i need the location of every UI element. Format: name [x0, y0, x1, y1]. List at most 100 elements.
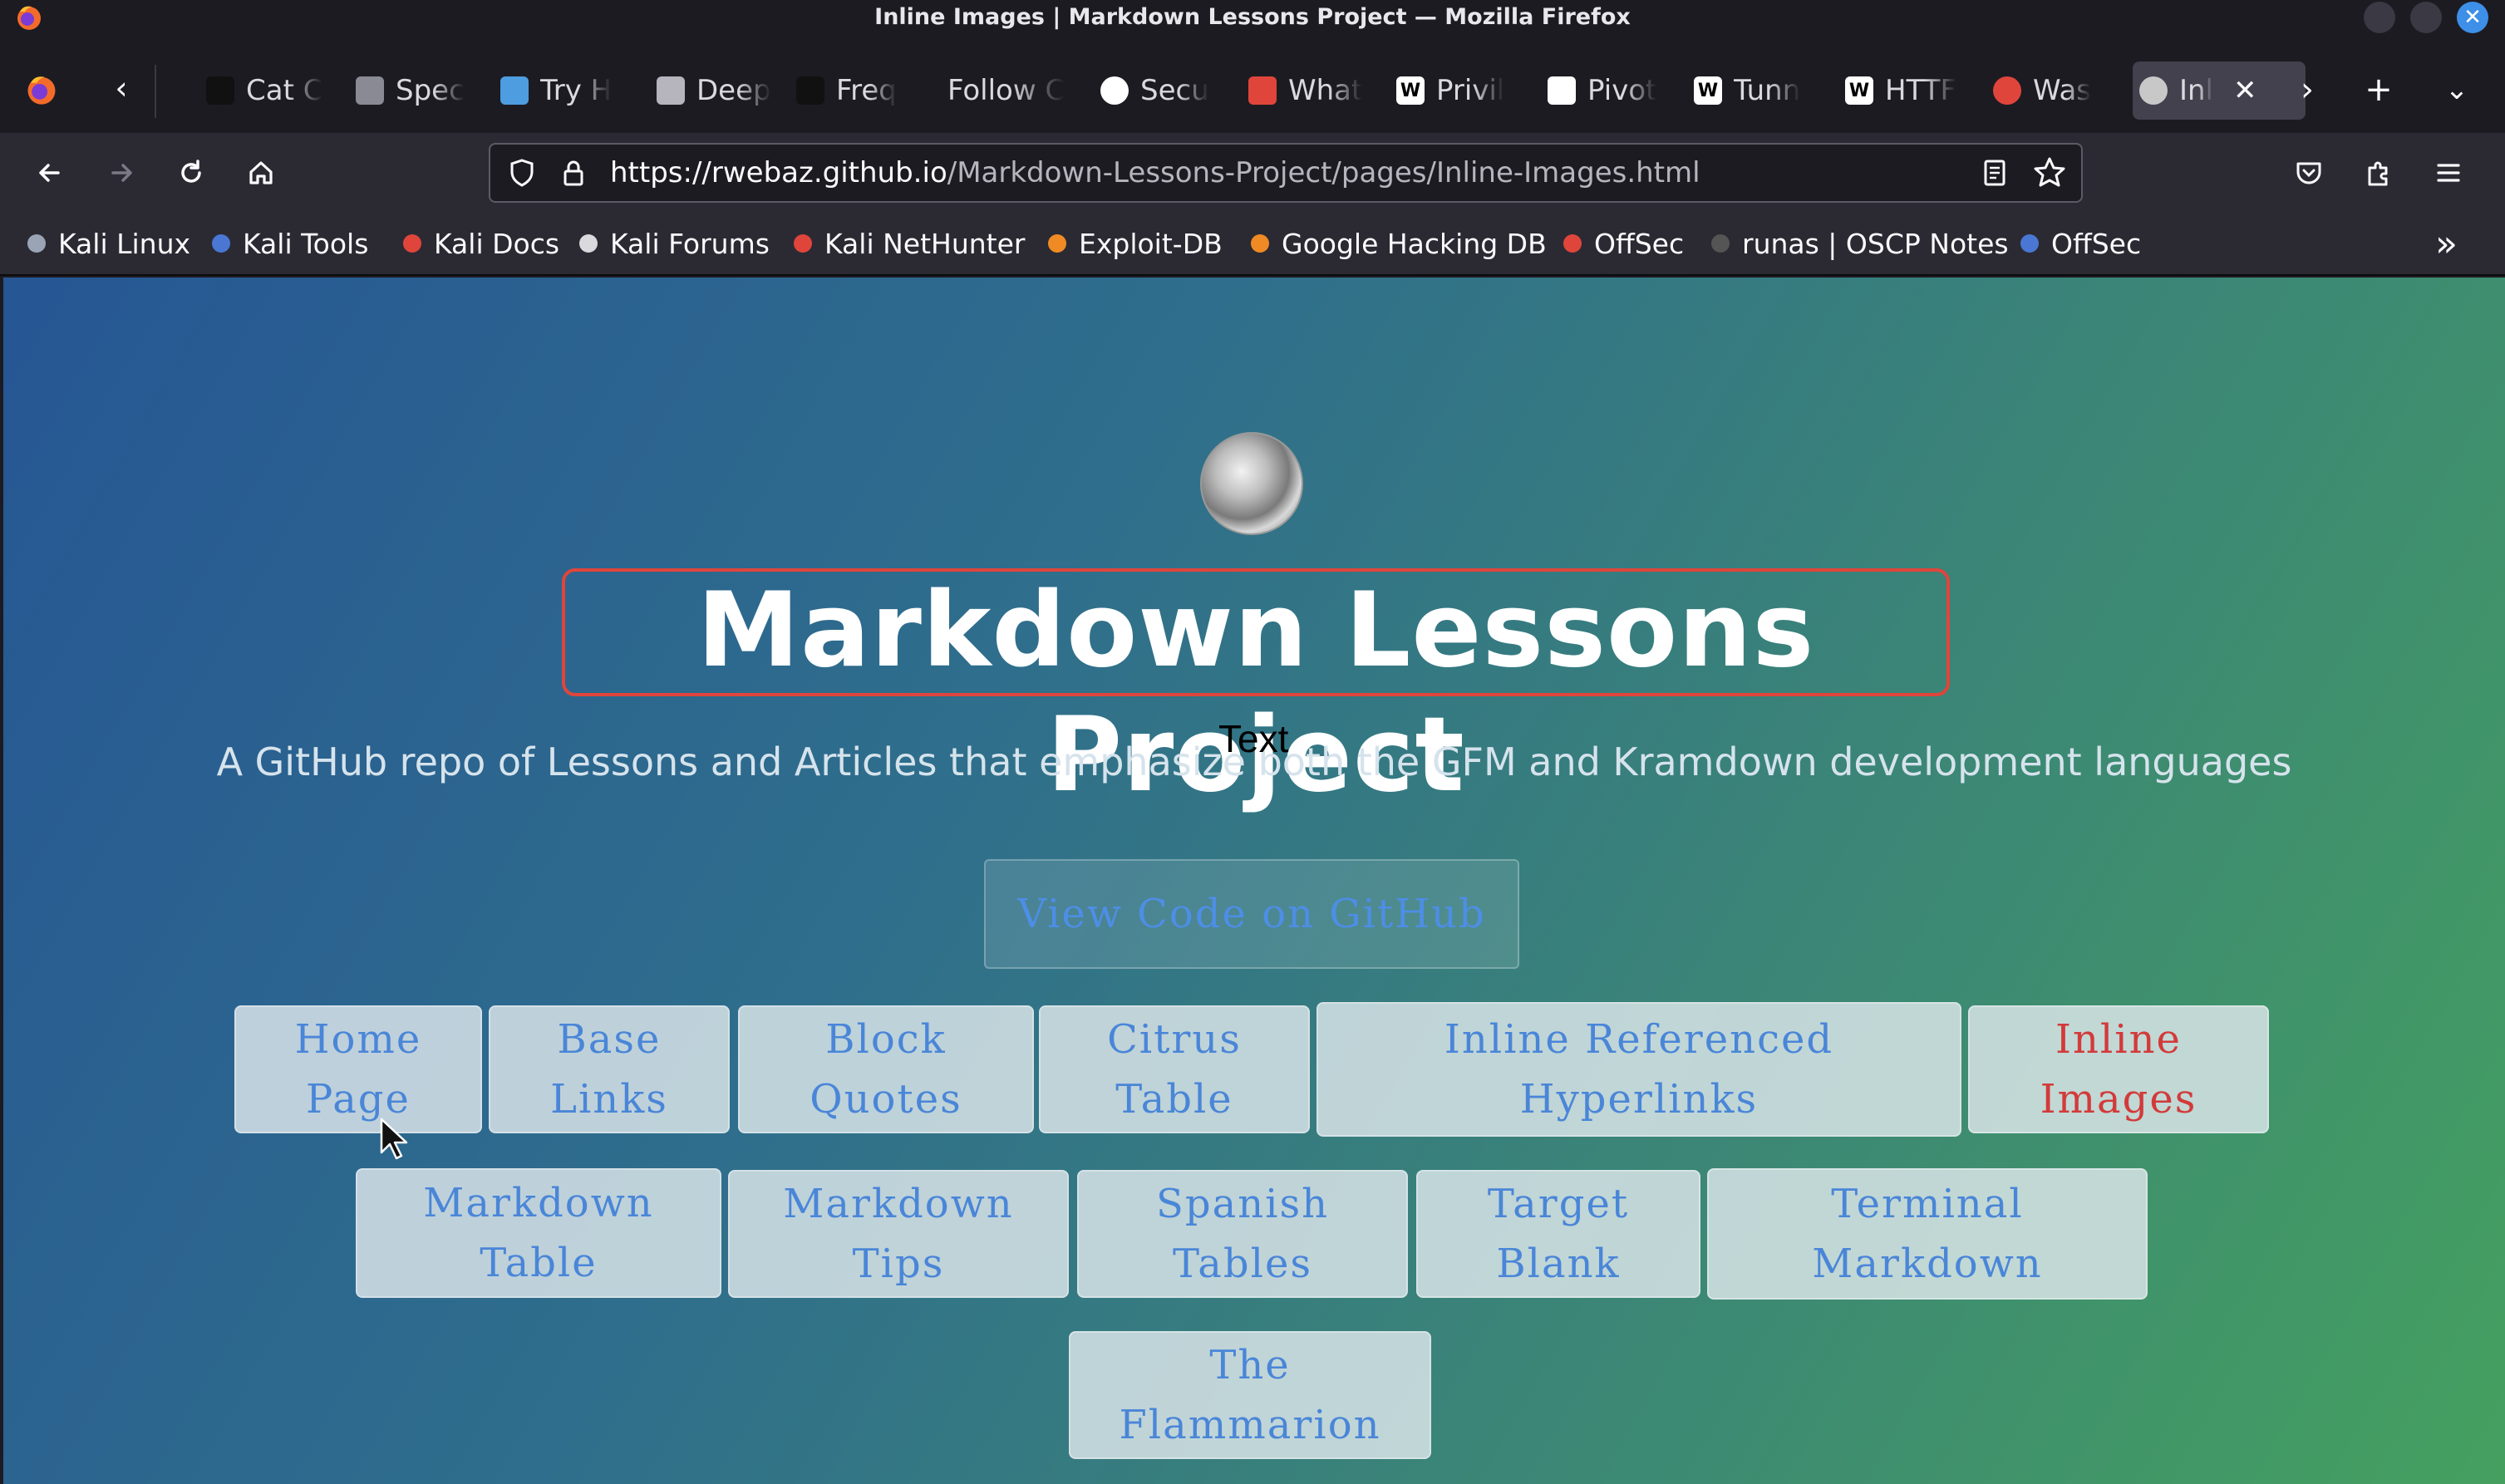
tab-label: Follow C	[947, 74, 1065, 107]
tab-14[interactable]: Inl ✕	[2133, 61, 2306, 120]
tab-label: Try H	[540, 74, 613, 107]
kali-tools-icon	[208, 230, 234, 257]
nav-link-line-2: Tables	[1172, 1241, 1312, 1287]
home-button[interactable]	[238, 150, 284, 196]
slash-icon	[1248, 76, 1277, 105]
nav-link-line-2: Tips	[852, 1241, 945, 1287]
firefox-view-button[interactable]	[18, 66, 65, 113]
nav-link-2[interactable]: Base Links	[489, 1005, 730, 1133]
reload-button[interactable]	[168, 150, 214, 196]
tool-icon	[1548, 76, 1576, 105]
close-tab-icon[interactable]: ✕	[2233, 74, 2257, 107]
nav-link-line-1: Base	[557, 1016, 662, 1063]
tab-10[interactable]: Pivot	[1541, 61, 1666, 120]
bookmark-6[interactable]: Exploit-DB	[1044, 224, 1223, 263]
tab-11[interactable]: W Tunn	[1687, 61, 1812, 120]
bookmark-7[interactable]: Google Hacking DB	[1247, 224, 1547, 263]
tab-label: What	[1288, 74, 1363, 107]
nav-link-text: Spanish Tables	[1156, 1174, 1329, 1294]
bookmark-5[interactable]: Kali NetHunter	[790, 224, 1026, 263]
bookmarks-overflow-chevron-icon[interactable]: »	[2435, 223, 2458, 265]
nav-link-line-2: Images	[2040, 1076, 2197, 1123]
bookmark-10[interactable]: OffSec	[2016, 224, 2141, 263]
minimize-button[interactable]	[2364, 2, 2395, 33]
wikipedia-icon: W	[1845, 76, 1873, 105]
bookmark-2[interactable]: Kali Tools	[208, 224, 368, 263]
page-content: Markdown Lessons Project A GitHub repo o…	[3, 278, 2505, 1484]
tabs-scroll-left-button[interactable]: ‹	[98, 66, 145, 113]
forward-arrow-icon	[111, 164, 132, 182]
bookmark-4[interactable]: Kali Forums	[575, 224, 770, 263]
bookmark-star-icon[interactable]	[2031, 155, 2068, 191]
bookmark-1[interactable]: Kali Linux	[23, 224, 190, 263]
nav-link-9[interactable]: Spanish Tables	[1077, 1170, 1408, 1298]
nav-link-text: The Flammarion	[1119, 1335, 1380, 1455]
tab-1[interactable]: Cat C	[199, 61, 324, 120]
nav-link-line-1: Markdown	[783, 1181, 1014, 1227]
nav-link-text: Terminal Markdown	[1812, 1174, 2042, 1294]
project-title[interactable]: Markdown Lessons Project	[562, 568, 1950, 815]
maximize-button[interactable]	[2410, 2, 2442, 33]
url-bar[interactable]: https://rwebaz.github.io/Markdown-Lesson…	[489, 143, 2083, 203]
tab-4[interactable]: Deep	[650, 61, 775, 120]
tab-label: Freq	[836, 74, 897, 107]
bookmark-8[interactable]: OffSec	[1559, 224, 1684, 263]
close-window-button[interactable]: ✕	[2457, 2, 2488, 33]
forward-button[interactable]	[98, 150, 145, 196]
tab-3[interactable]: Try H	[494, 61, 618, 120]
mouse-cursor-icon	[380, 1118, 408, 1160]
bookmark-label: Kali Linux	[58, 227, 191, 260]
view-code-on-github-button[interactable]: View Code on GitHub	[984, 859, 1519, 969]
bookmark-3[interactable]: Kali Docs	[399, 224, 559, 263]
tab-13[interactable]: Was	[1986, 61, 2111, 120]
arrow-icon	[657, 76, 685, 105]
nav-link-line-1: Block	[825, 1016, 947, 1063]
tabs-scroll-right-button[interactable]: ›	[2284, 66, 2330, 113]
hexagon-icon	[206, 76, 234, 105]
wikipedia-icon: W	[1694, 76, 1722, 105]
tab-8[interactable]: What	[1242, 61, 1366, 120]
nav-link-1[interactable]: Home Page	[234, 1005, 482, 1133]
nav-link-line-2: Hyperlinks	[1519, 1076, 1759, 1123]
nav-link-10[interactable]: Target Blank	[1416, 1170, 1700, 1298]
nav-link-8[interactable]: Markdown Tips	[728, 1170, 1069, 1298]
tab-6[interactable]: Follow C	[941, 61, 1077, 120]
back-button[interactable]	[27, 150, 73, 196]
app-menu-button[interactable]	[2425, 150, 2472, 196]
tab-9[interactable]: W Privil	[1390, 61, 1514, 120]
offsec-icon	[1559, 230, 1586, 257]
bookmark-label: OffSec	[2051, 227, 2142, 260]
nav-link-7[interactable]: Markdown Table	[356, 1168, 721, 1298]
url-text[interactable]: https://rwebaz.github.io/Markdown-Lesson…	[610, 145, 1700, 201]
new-tab-button[interactable]: +	[2355, 66, 2402, 113]
lock-icon[interactable]	[557, 156, 590, 189]
tryhackme-icon	[500, 76, 529, 105]
tab-label: Inl	[2179, 74, 2214, 107]
nav-link-12[interactable]: The Flammarion	[1069, 1331, 1431, 1459]
tab-5[interactable]: Freq	[790, 61, 914, 120]
nav-link-text: Markdown Tips	[783, 1174, 1013, 1294]
pocket-button[interactable]	[2286, 150, 2332, 196]
nav-link-line-1: Target	[1487, 1181, 1630, 1227]
tab-7[interactable]: Secu	[1094, 61, 1218, 120]
compass-icon	[1100, 76, 1129, 105]
nav-link-line-2: Blank	[1496, 1241, 1621, 1287]
nav-link-6[interactable]: Inline Images	[1968, 1005, 2269, 1133]
tab-2[interactable]: Spec	[349, 61, 474, 120]
nav-link-4[interactable]: Citrus Table	[1039, 1005, 1310, 1133]
list-all-tabs-button[interactable]: ⌄	[2434, 66, 2480, 113]
nav-link-11[interactable]: Terminal Markdown	[1707, 1168, 2148, 1300]
reader-view-icon[interactable]	[1978, 156, 2011, 189]
tracking-protection-shield-icon[interactable]	[505, 156, 539, 189]
nav-link-3[interactable]: Block Quotes	[738, 1005, 1034, 1133]
extensions-button[interactable]	[2355, 150, 2402, 196]
hover-tooltip-text: Text	[1218, 717, 1289, 760]
tab-12[interactable]: W HTTF	[1838, 61, 1963, 120]
nethunter-icon	[790, 230, 816, 257]
bookmark-9[interactable]: runas | OSCP Notes	[1707, 224, 2009, 263]
nav-link-line-1: Citrus	[1107, 1016, 1242, 1063]
nav-link-line-2: Table	[480, 1240, 598, 1286]
nav-link-line-1: Inline	[2055, 1016, 2182, 1063]
nav-link-line-1: Home	[294, 1016, 422, 1063]
nav-link-5[interactable]: Inline Referenced Hyperlinks	[1316, 1002, 1961, 1137]
